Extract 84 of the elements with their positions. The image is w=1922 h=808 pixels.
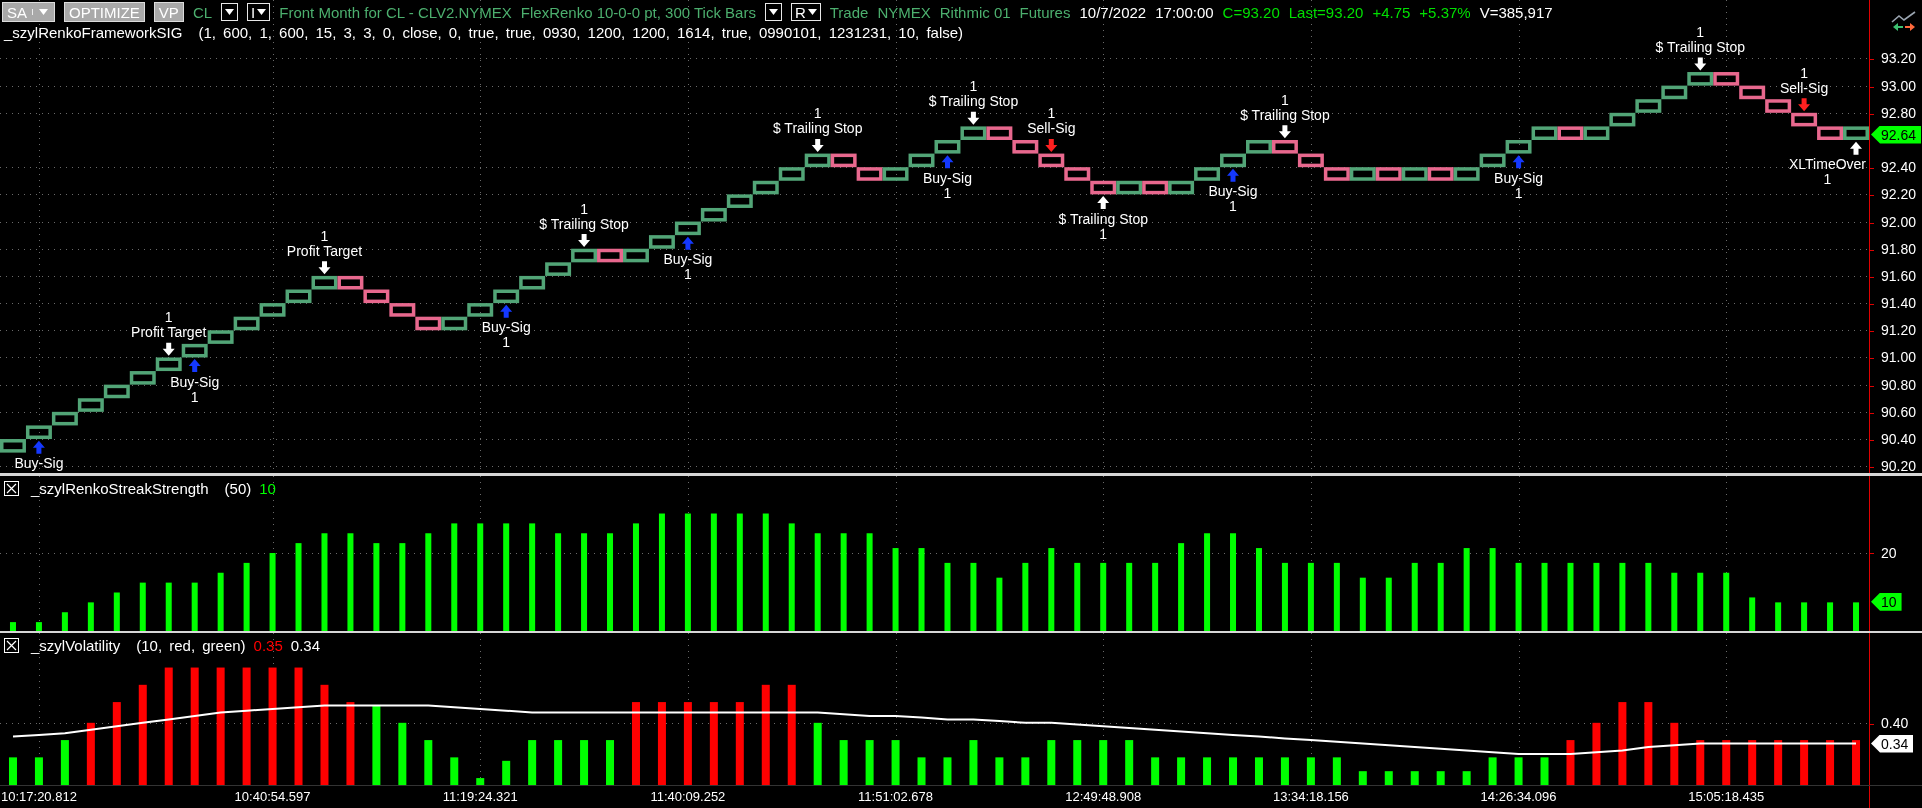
axis-label: 93.00	[1881, 77, 1917, 94]
header-text: V=385,917	[1479, 3, 1553, 21]
signal-note: 1 Sell-Sig	[1027, 106, 1076, 137]
axis-label: 0.40	[1881, 714, 1909, 731]
axis-label: 91.20	[1881, 322, 1917, 339]
indicator-params: (1, 600, 1, 600, 15, 3, 3, 0, close, 0, true, true, 0930, 1200, 1200, 1614, true, 0990101, 1231231, 10, false)	[198, 24, 964, 41]
dropdown-button[interactable]: R	[790, 3, 821, 21]
last-value-marker: 0.34	[1871, 734, 1914, 753]
axis-label: 91.80	[1881, 240, 1917, 257]
caret-icon	[807, 9, 817, 15]
axis-label: 92.80	[1881, 104, 1917, 121]
signal-note: Buy-Sig	[14, 456, 64, 472]
signal-note: 1 Profit Target	[131, 310, 207, 341]
time-label: 12:49:48.908	[1065, 789, 1142, 804]
header-text: +5.37%	[1419, 3, 1471, 21]
toolbar-button[interactable]: VP	[153, 2, 184, 22]
indicator-params: (50)	[224, 479, 252, 497]
signal-note: $ Trailing Stop 1	[1058, 211, 1148, 242]
signal-note: Buy-Sig 1	[1494, 170, 1544, 201]
time-label: 11:51:02.678	[858, 789, 934, 804]
header-text: Front Month for CL - CLV2.NYMEX	[279, 3, 512, 21]
indicator-reading: 10	[259, 479, 276, 497]
axis-label: 90.40	[1881, 431, 1917, 447]
indicator-reading: 0.35	[253, 637, 283, 654]
signal-note: 1 $ Trailing Stop	[772, 106, 863, 137]
time-label: 13:34:18.156	[1272, 789, 1349, 804]
toolbar-button[interactable]: SA	[2, 2, 55, 22]
signal-note: Buy-Sig 1	[922, 170, 972, 201]
axis-label: 91.60	[1881, 267, 1917, 284]
indicator-name: _szylRenkoStreakStrength	[31, 479, 209, 497]
header-text: Trade	[829, 3, 869, 21]
header-text: Futures	[1019, 3, 1071, 21]
header-text: C=93.20	[1222, 3, 1280, 21]
signal-note: Buy-Sig 1	[1208, 184, 1258, 215]
signal-note: Buy-Sig 1	[663, 252, 713, 283]
header-text: Last=93.20	[1288, 3, 1364, 21]
axis-label: 90.20	[1881, 458, 1917, 475]
header-text: FlexRenko 10-0-0 pt, 300 Tick Bars	[520, 3, 756, 21]
toolbar-button[interactable]: OPTIMIZE	[64, 2, 145, 22]
axis-label: 20	[1881, 544, 1897, 561]
signal-note: 1 $ Trailing Stop	[539, 201, 629, 232]
close-icon[interactable]	[4, 638, 19, 653]
signal-note: 1 $ Trailing Stop	[1655, 24, 1745, 55]
last-price-marker: 92.64	[1871, 125, 1922, 144]
time-label: 15:05:18.435	[1688, 789, 1765, 804]
signal-note: 1 Sell-Sig	[1779, 65, 1829, 96]
signal-note: Buy-Sig 1	[481, 320, 531, 351]
header-text: 10/7/2022	[1079, 3, 1147, 21]
caret-icon	[768, 9, 778, 15]
axis-label: 91.40	[1881, 295, 1917, 312]
dropdown-button[interactable]: I	[247, 3, 271, 21]
header-text: Rithmic 01	[939, 3, 1011, 21]
axis-label: 92.00	[1881, 213, 1917, 230]
header-text: +4.75	[1372, 3, 1411, 21]
header-text: 17:00:00	[1155, 3, 1214, 21]
dropdown-button[interactable]	[764, 3, 782, 21]
caret-icon	[225, 9, 235, 15]
time-label: 10:17:20.812	[1, 789, 77, 804]
signal-note: XLTimeOver 1	[1789, 157, 1866, 188]
chart-pan-icon[interactable]	[1891, 10, 1917, 32]
axis-label: 93.20	[1881, 50, 1917, 67]
header-text: NYMEX	[877, 3, 931, 21]
axis-label: 90.60	[1881, 403, 1917, 420]
time-label: 11:40:09.252	[650, 789, 726, 804]
header-text: CL	[192, 3, 213, 21]
axis-label: 91.00	[1881, 349, 1917, 366]
indicator-reading: 0.34	[290, 637, 320, 654]
indicator-name: _szylVolatility	[31, 637, 121, 654]
last-value-marker: 10	[1871, 592, 1902, 611]
close-icon[interactable]	[4, 480, 19, 496]
signal-note: 1 Profit Target	[286, 228, 363, 259]
signal-note: 1 $ Trailing Stop	[928, 79, 1019, 110]
caret-icon	[257, 9, 267, 15]
time-label: 14:26:34.096	[1480, 789, 1557, 804]
signal-note: 1 $ Trailing Stop	[1240, 92, 1330, 123]
time-label: 10:40:54.597	[234, 789, 311, 804]
dropdown-button[interactable]	[221, 3, 239, 21]
time-label: 11:19:24.321	[442, 789, 518, 804]
indicator-name: _szylRenkoFrameworkSIG	[4, 24, 183, 41]
signal-note: Buy-Sig 1	[170, 374, 220, 405]
axis-label: 92.20	[1881, 186, 1917, 203]
axis-label: 90.80	[1881, 376, 1917, 393]
indicator-params: (10, red, green)	[136, 637, 246, 654]
axis-label: 92.40	[1881, 159, 1917, 176]
